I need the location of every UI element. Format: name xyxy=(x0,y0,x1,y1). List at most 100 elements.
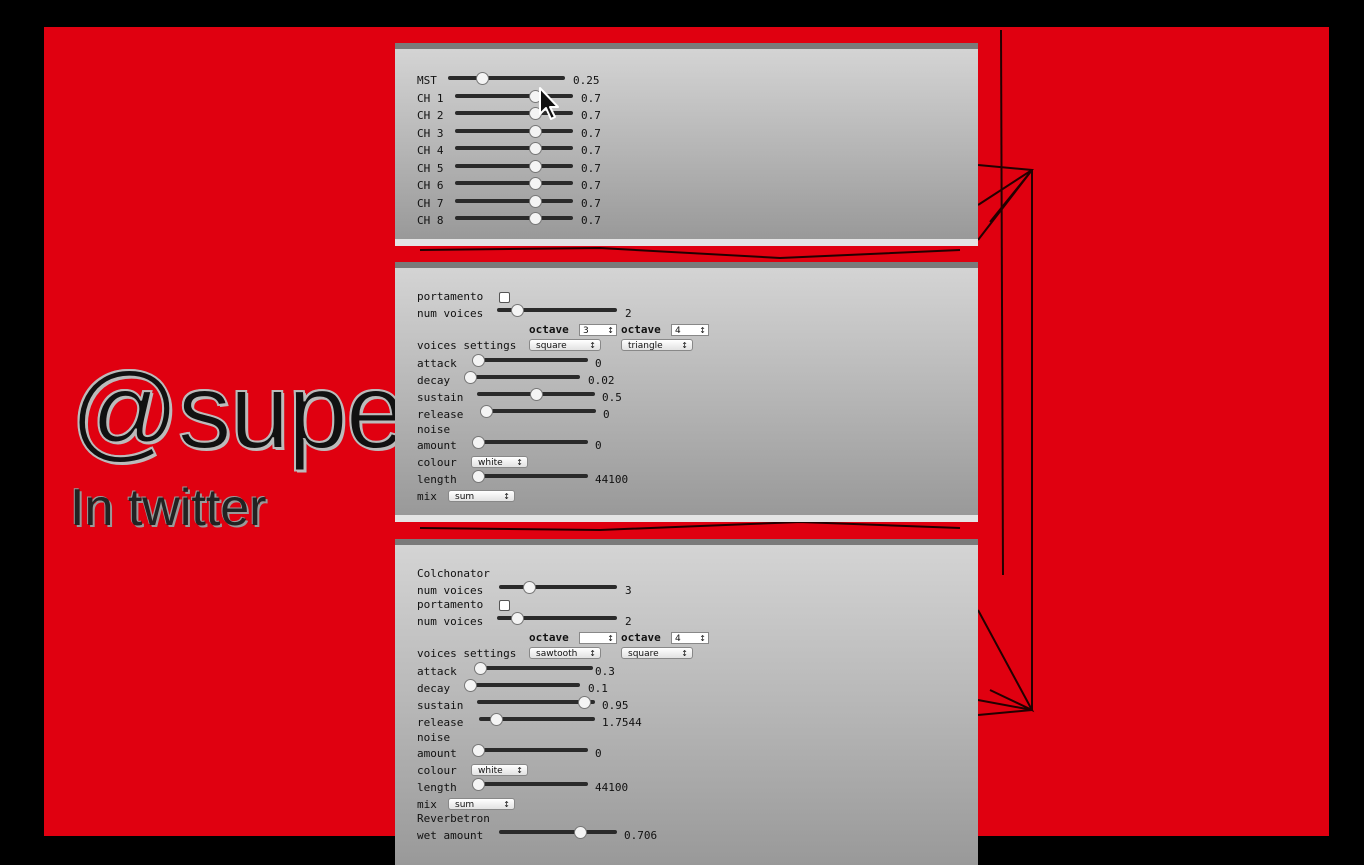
attack-label: attack xyxy=(417,357,457,370)
mix-select[interactable]: sum xyxy=(448,798,515,811)
ch4-slider[interactable] xyxy=(455,142,573,155)
attack-slider[interactable] xyxy=(474,662,593,675)
length-slider[interactable] xyxy=(472,778,588,791)
slider-knob[interactable] xyxy=(476,72,489,85)
wet-amount-label: wet amount xyxy=(417,829,484,842)
colour-label: colour xyxy=(417,456,457,469)
portamento-checkbox[interactable] xyxy=(499,600,510,611)
mixer-panel: MST 0.25 CH 1 0.7 CH 2 0.7 CH 3 0.7 CH 4… xyxy=(395,43,978,246)
decay-slider[interactable] xyxy=(464,371,580,384)
sustain-slider[interactable] xyxy=(477,696,595,709)
length-value: 44100 xyxy=(595,473,629,486)
sustain-label: sustain xyxy=(417,391,464,404)
octave-input-1[interactable]: 3 xyxy=(579,324,617,337)
ch1-label: CH 1 xyxy=(417,92,444,105)
sustain-value: 0.95 xyxy=(602,699,629,712)
release-slider[interactable] xyxy=(479,713,595,726)
voices-settings-label: voices settings xyxy=(417,647,517,660)
slider-knob[interactable] xyxy=(480,405,493,418)
slider-knob[interactable] xyxy=(530,388,543,401)
octave-label: octave xyxy=(621,323,661,336)
ch1-value: 0.7 xyxy=(581,92,601,105)
mix-label: mix xyxy=(417,490,437,503)
length-value: 44100 xyxy=(595,781,629,794)
mix-select[interactable]: sum xyxy=(448,490,515,503)
waveform-select-2[interactable]: triangle xyxy=(621,339,693,352)
slider-knob[interactable] xyxy=(464,371,477,384)
ch5-value: 0.7 xyxy=(581,162,601,175)
amount-label: amount xyxy=(417,439,457,452)
ch4-value: 0.7 xyxy=(581,144,601,157)
slider-knob[interactable] xyxy=(529,142,542,155)
slider-knob[interactable] xyxy=(472,470,485,483)
portamento-checkbox[interactable] xyxy=(499,292,510,303)
wet-amount-slider[interactable] xyxy=(499,826,617,839)
release-value: 0 xyxy=(603,408,610,421)
num-voices-top-value: 3 xyxy=(625,584,632,597)
colour-select[interactable]: white xyxy=(471,764,528,777)
release-value: 1.7544 xyxy=(602,716,642,729)
ch4-label: CH 4 xyxy=(417,144,444,157)
mst-slider[interactable] xyxy=(448,72,565,85)
colour-label: colour xyxy=(417,764,457,777)
slider-knob[interactable] xyxy=(472,354,485,367)
num-voices-slider[interactable] xyxy=(497,304,617,317)
amount-slider[interactable] xyxy=(472,436,588,449)
ch2-label: CH 2 xyxy=(417,109,444,122)
slider-knob[interactable] xyxy=(511,612,524,625)
slider-knob[interactable] xyxy=(472,744,485,757)
slider-knob[interactable] xyxy=(523,581,536,594)
slider-knob[interactable] xyxy=(472,436,485,449)
slider-knob[interactable] xyxy=(474,662,487,675)
portamento-label: portamento xyxy=(417,290,484,303)
waveform-select-1[interactable]: square xyxy=(529,339,601,352)
ch6-slider[interactable] xyxy=(455,177,573,190)
decay-slider[interactable] xyxy=(464,679,580,692)
slider-knob[interactable] xyxy=(529,212,542,225)
colchonator-panel: Colchonator num voices 3 portamento num … xyxy=(395,539,978,865)
octave-input-2[interactable]: 4 xyxy=(671,632,709,645)
length-label: length xyxy=(417,781,457,794)
num-voices-top-slider[interactable] xyxy=(499,581,617,594)
mouse-cursor-icon xyxy=(539,87,559,120)
portamento-label: portamento xyxy=(417,598,484,611)
slider-knob[interactable] xyxy=(529,125,542,138)
waveform-select-2[interactable]: square xyxy=(621,647,693,660)
attack-slider[interactable] xyxy=(472,354,588,367)
ch8-label: CH 8 xyxy=(417,214,444,227)
ch8-slider[interactable] xyxy=(455,212,573,225)
octave-input-1[interactable] xyxy=(579,632,617,645)
slider-knob[interactable] xyxy=(464,679,477,692)
attack-label: attack xyxy=(417,665,457,678)
ch6-label: CH 6 xyxy=(417,179,444,192)
voices-settings-label: voices settings xyxy=(417,339,517,352)
slider-knob[interactable] xyxy=(511,304,524,317)
ch7-value: 0.7 xyxy=(581,197,601,210)
slider-knob[interactable] xyxy=(529,177,542,190)
mix-label: mix xyxy=(417,798,437,811)
slider-knob[interactable] xyxy=(529,160,542,173)
slider-knob[interactable] xyxy=(578,696,591,709)
octave-input-2[interactable]: 4 xyxy=(671,324,709,337)
length-slider[interactable] xyxy=(472,470,588,483)
ch3-slider[interactable] xyxy=(455,125,573,138)
slider-knob[interactable] xyxy=(574,826,587,839)
amount-value: 0 xyxy=(595,747,602,760)
ch5-label: CH 5 xyxy=(417,162,444,175)
sustain-value: 0.5 xyxy=(602,391,622,404)
slider-knob[interactable] xyxy=(490,713,503,726)
waveform-select-1[interactable]: sawtooth xyxy=(529,647,601,660)
sustain-slider[interactable] xyxy=(477,388,595,401)
octave-label: octave xyxy=(621,631,661,644)
wet-amount-value: 0.706 xyxy=(624,829,658,842)
slider-knob[interactable] xyxy=(472,778,485,791)
amount-slider[interactable] xyxy=(472,744,588,757)
ch7-slider[interactable] xyxy=(455,195,573,208)
release-slider[interactable] xyxy=(480,405,596,418)
colour-select[interactable]: white xyxy=(471,456,528,469)
ch5-slider[interactable] xyxy=(455,160,573,173)
decay-value: 0.1 xyxy=(588,682,608,695)
ch7-label: CH 7 xyxy=(417,197,444,210)
slider-knob[interactable] xyxy=(529,195,542,208)
num-voices-slider[interactable] xyxy=(497,612,617,625)
